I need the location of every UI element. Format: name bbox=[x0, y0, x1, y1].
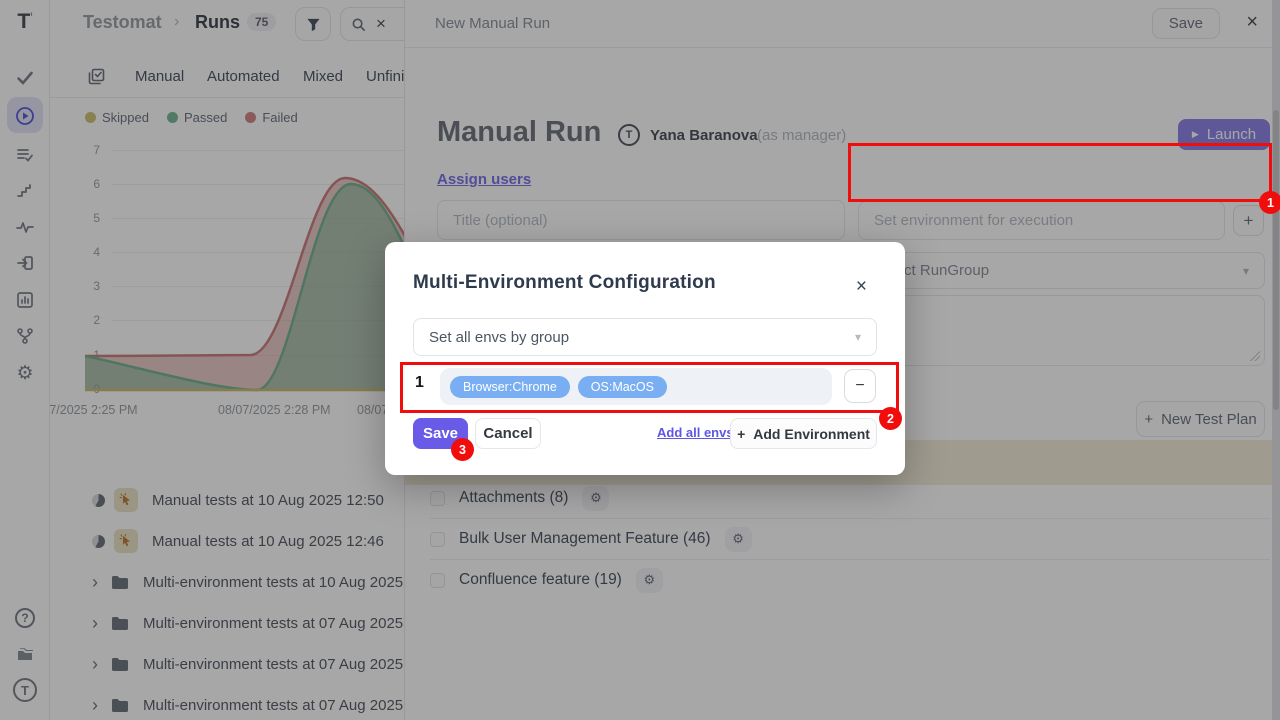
modal-title: Multi-Environment Configuration bbox=[413, 272, 716, 294]
annotation-box-1 bbox=[848, 143, 1272, 202]
plus-icon: + bbox=[737, 426, 745, 442]
add-all-envs-link[interactable]: Add all envs bbox=[657, 425, 734, 440]
annotation-step-2: 2 bbox=[879, 407, 902, 430]
screen: Tꞌ bbox=[0, 0, 1280, 720]
annotation-step-1: 1 bbox=[1259, 191, 1280, 214]
add-environment-button[interactable]: + Add Environment bbox=[730, 418, 877, 449]
env-group-select[interactable]: Set all envs by group ▾ bbox=[413, 318, 877, 356]
modal-close-icon[interactable]: × bbox=[856, 277, 867, 296]
modal-cancel-button[interactable]: Cancel bbox=[475, 418, 541, 449]
annotation-step-3: 3 bbox=[451, 438, 474, 461]
annotation-box-2 bbox=[400, 362, 899, 413]
chevron-down-icon: ▾ bbox=[855, 330, 861, 344]
